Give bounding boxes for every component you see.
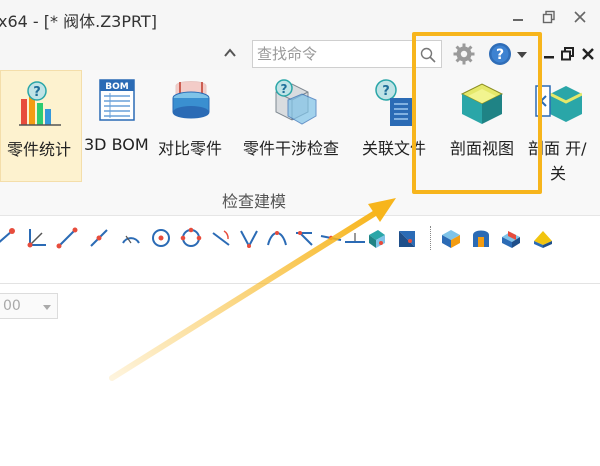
zoom-value: 00 bbox=[3, 298, 21, 314]
arc-icon[interactable] bbox=[120, 227, 142, 249]
mdi-minimize-icon[interactable] bbox=[542, 46, 558, 62]
bom-button[interactable]: BOM 3D BOM bbox=[84, 70, 150, 182]
section-toggle-label-line2: 关 bbox=[550, 164, 567, 183]
svg-text:?: ? bbox=[281, 82, 288, 96]
compare-parts-icon bbox=[168, 78, 216, 128]
part-statistics-label: 零件统计 bbox=[7, 140, 72, 159]
restore-icon[interactable] bbox=[538, 6, 560, 28]
mdi-close-icon[interactable] bbox=[580, 46, 596, 62]
plane-icon[interactable] bbox=[366, 227, 388, 249]
part-statistics-button[interactable]: ? 零件统计 bbox=[0, 70, 82, 182]
line-icon[interactable] bbox=[320, 227, 342, 249]
mdi-restore-icon[interactable] bbox=[560, 46, 576, 62]
toolbar-separator bbox=[430, 226, 432, 250]
title-bar: x64 - [* 阀体.Z3PRT] bbox=[0, 0, 600, 36]
collapse-ribbon-icon[interactable] bbox=[221, 44, 239, 62]
axis-icon[interactable] bbox=[26, 227, 48, 249]
circle-icon[interactable] bbox=[180, 227, 202, 249]
angle-icon[interactable] bbox=[238, 227, 260, 249]
compare-parts-label: 对比零件 bbox=[158, 139, 223, 158]
chevron-down-icon bbox=[43, 305, 51, 310]
svg-text:?: ? bbox=[382, 84, 390, 99]
geometry-toolbar bbox=[0, 216, 600, 262]
minimize-icon[interactable] bbox=[507, 6, 529, 28]
svg-text:BOM: BOM bbox=[105, 82, 129, 92]
zoom-select[interactable]: 00 bbox=[0, 293, 58, 319]
line-icon[interactable] bbox=[88, 227, 110, 249]
document-header bbox=[0, 262, 600, 284]
compare-parts-button[interactable]: 对比零件 bbox=[154, 70, 230, 182]
interference-check-label: 零件干涉检查 bbox=[243, 139, 340, 158]
window-title: x64 - [* 阀体.Z3PRT] bbox=[0, 12, 157, 31]
angle-icon[interactable] bbox=[210, 227, 232, 249]
bom-icon: BOM bbox=[94, 78, 142, 128]
solid-icon[interactable] bbox=[500, 227, 522, 249]
bom-label: 3D BOM bbox=[84, 135, 149, 154]
curve-icon[interactable] bbox=[266, 227, 288, 249]
line-icon[interactable] bbox=[344, 227, 366, 249]
highlight-box bbox=[412, 32, 542, 194]
solid-icon[interactable] bbox=[440, 227, 462, 249]
svg-text:?: ? bbox=[33, 85, 41, 100]
solid-icon[interactable] bbox=[532, 227, 554, 249]
search-input[interactable] bbox=[253, 41, 413, 67]
circle-icon[interactable] bbox=[150, 227, 172, 249]
point-icon[interactable] bbox=[0, 227, 16, 249]
interference-check-button[interactable]: ? 零件干涉检查 bbox=[238, 70, 348, 182]
line-icon[interactable] bbox=[56, 227, 78, 249]
close-icon[interactable] bbox=[569, 6, 591, 28]
ribbon-group-label: 检查建模 bbox=[221, 192, 286, 211]
plane-icon[interactable] bbox=[396, 227, 418, 249]
solid-icon[interactable] bbox=[470, 227, 492, 249]
part-statistics-icon: ? bbox=[17, 79, 65, 129]
angle-icon[interactable] bbox=[294, 227, 316, 249]
interference-check-icon: ? bbox=[270, 78, 318, 128]
